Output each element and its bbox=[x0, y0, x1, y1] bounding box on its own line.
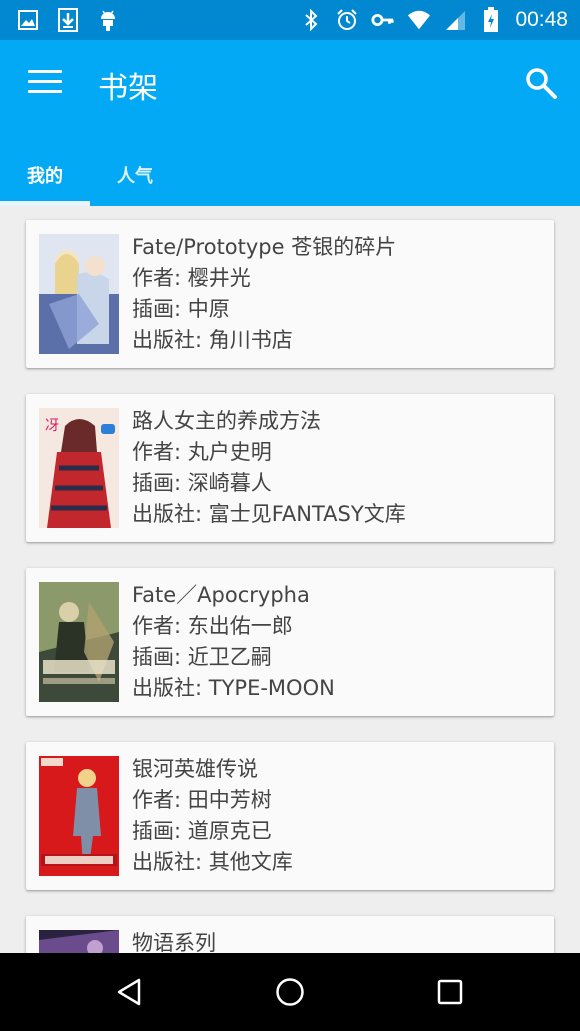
book-author: 作者: 田中芳树 bbox=[132, 788, 272, 812]
clock-time: 00:48 bbox=[515, 8, 568, 31]
android-icon bbox=[96, 8, 120, 32]
tab-popular-label: 人气 bbox=[117, 166, 153, 187]
tab-mine-label: 我的 bbox=[27, 166, 63, 187]
status-bar-system: 00:48 bbox=[299, 7, 568, 32]
menu-button[interactable] bbox=[28, 70, 62, 96]
book-info: 路人女主的养成方法 作者: 丸户史明 插画: 深崎暮人 出版社: 富士见FANT… bbox=[132, 406, 542, 530]
alarm-icon bbox=[335, 8, 359, 32]
signal-icon bbox=[443, 8, 467, 32]
book-illustrator: 插画: 道原克已 bbox=[132, 819, 272, 843]
book-publisher: 出版社: 角川书店 bbox=[132, 328, 293, 352]
svg-text:冴: 冴 bbox=[45, 418, 59, 434]
home-icon bbox=[276, 978, 304, 1006]
book-illustrator: 插画: 近卫乙嗣 bbox=[132, 645, 272, 669]
status-bar-notifications bbox=[16, 8, 120, 32]
tab-popular[interactable]: 人气 bbox=[90, 144, 180, 206]
hamburger-menu-icon bbox=[28, 70, 62, 73]
book-publisher: 出版社: 其他文库 bbox=[132, 850, 293, 874]
tab-bar: 我的 人气 bbox=[0, 144, 580, 206]
book-publisher: 出版社: 富士见FANTASY文库 bbox=[132, 502, 406, 526]
book-title: Fate／Apocrypha bbox=[132, 583, 310, 607]
book-publisher: 出版社: TYPE-MOON bbox=[132, 676, 335, 700]
book-info: Fate／Apocrypha 作者: 东出佑一郎 插画: 近卫乙嗣 出版社: T… bbox=[132, 580, 542, 704]
book-card-4[interactable]: 银河英雄传说 作者: 田中芳树 插画: 道原克已 出版社: 其他文库 bbox=[26, 742, 554, 890]
book-list[interactable]: Fate/Prototype 苍银的碎片 作者: 樱井光 插画: 中原 出版社:… bbox=[0, 206, 580, 953]
book-illustrator: 插画: 中原 bbox=[132, 297, 230, 321]
book-card-1[interactable]: Fate/Prototype 苍银的碎片 作者: 樱井光 插画: 中原 出版社:… bbox=[26, 220, 554, 368]
search-icon bbox=[526, 68, 557, 99]
tab-mine[interactable]: 我的 bbox=[0, 144, 90, 206]
bluetooth-icon bbox=[299, 8, 323, 32]
status-bar: 00:48 bbox=[0, 0, 580, 40]
app-bar: 书架 我的 人气 bbox=[0, 40, 580, 206]
back-icon bbox=[117, 978, 141, 1006]
book-title: 银河英雄传说 bbox=[132, 757, 258, 781]
book-cover-image bbox=[39, 930, 119, 953]
book-cover-image bbox=[39, 234, 119, 354]
book-info: Fate/Prototype 苍银的碎片 作者: 樱井光 插画: 中原 出版社:… bbox=[132, 232, 542, 356]
wifi-icon bbox=[407, 8, 431, 32]
page-title: 书架 bbox=[98, 71, 158, 106]
book-card-3[interactable]: Fate／Apocrypha 作者: 东出佑一郎 插画: 近卫乙嗣 出版社: T… bbox=[26, 568, 554, 716]
book-title: 路人女主的养成方法 bbox=[132, 409, 321, 433]
image-icon bbox=[16, 8, 40, 32]
battery-icon bbox=[479, 7, 503, 32]
back-button[interactable] bbox=[100, 962, 160, 1022]
book-card-5[interactable]: 物语系列 bbox=[26, 916, 554, 953]
book-author: 作者: 东出佑一郎 bbox=[132, 614, 293, 638]
key-icon bbox=[371, 8, 395, 32]
book-cover-image bbox=[39, 756, 119, 876]
book-illustrator: 插画: 深崎暮人 bbox=[132, 471, 272, 495]
recents-button[interactable] bbox=[420, 962, 480, 1022]
book-info: 银河英雄传说 作者: 田中芳树 插画: 道原克已 出版社: 其他文库 bbox=[132, 754, 542, 878]
book-info: 物语系列 bbox=[132, 928, 542, 953]
book-card-2[interactable]: 冴 路人女主的养成方法 作者: 丸户史明 插画: 深崎暮人 出版社: 富士见FA… bbox=[26, 394, 554, 542]
system-navigation-bar bbox=[0, 953, 580, 1031]
book-title: Fate/Prototype 苍银的碎片 bbox=[132, 235, 397, 259]
book-title: 物语系列 bbox=[132, 931, 216, 953]
book-author: 作者: 丸户史明 bbox=[132, 440, 272, 464]
download-icon bbox=[56, 8, 80, 32]
search-button[interactable] bbox=[524, 66, 558, 100]
home-button[interactable] bbox=[260, 962, 320, 1022]
book-author: 作者: 樱井光 bbox=[132, 266, 251, 290]
book-cover-image: 冴 bbox=[39, 408, 119, 528]
recents-icon bbox=[437, 979, 463, 1005]
book-cover-image bbox=[39, 582, 119, 702]
